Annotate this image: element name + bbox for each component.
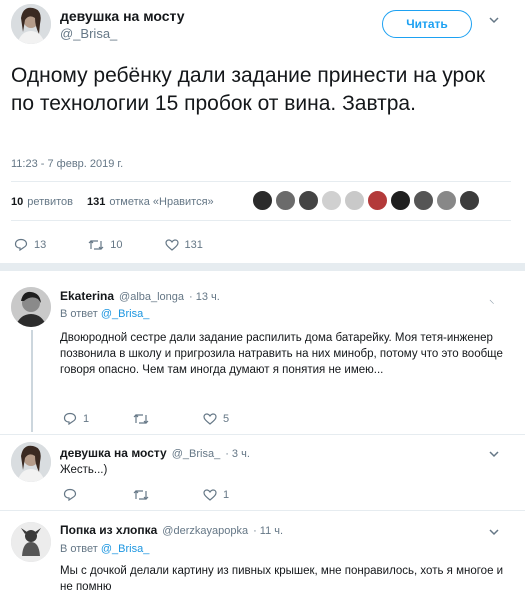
author-handle[interactable]: @_Brisa_ (60, 26, 117, 41)
heart-icon (203, 488, 217, 501)
reply-header: Попка из хлопка @derzkayapopka · 11 ч. (60, 523, 283, 537)
avatar[interactable] (11, 287, 51, 327)
reply-button[interactable]: 13 (14, 238, 46, 251)
avatar[interactable] (413, 190, 434, 211)
retweet-icon (133, 489, 149, 500)
likes-count[interactable]: 131 (87, 196, 105, 208)
avatar[interactable] (459, 190, 480, 211)
reply-button[interactable]: 1 (63, 412, 133, 425)
retweets-label[interactable]: ретвитов (27, 196, 73, 208)
mention-link[interactable]: @_Brisa_ (101, 308, 149, 320)
reply-header: девушка на мосту @_Brisa_ · 3 ч. (60, 446, 250, 460)
reply-time[interactable]: · 11 ч. (253, 525, 283, 537)
chevron-down-icon[interactable] (488, 14, 500, 29)
reply-actions: 1 5 (63, 412, 229, 425)
likes-label[interactable]: отметка «Нравится» (109, 196, 213, 208)
reply-to: В ответ @_Brisa_ (60, 308, 150, 320)
retweet-button[interactable]: 10 (88, 238, 123, 251)
author-handle[interactable]: @alba_longa (119, 291, 184, 303)
avatar[interactable] (275, 190, 296, 211)
section-separator (0, 263, 525, 271)
avatar[interactable] (390, 190, 411, 211)
reply-icon (63, 488, 77, 501)
author-name[interactable]: девушка на мосту (60, 8, 185, 24)
author-handle[interactable]: @derzkayapopka (162, 525, 248, 537)
heart-icon (164, 238, 179, 251)
avatar[interactable] (252, 190, 273, 211)
avatar[interactable] (436, 190, 457, 211)
retweet-button[interactable] (133, 488, 203, 501)
like-button[interactable]: 131 (164, 238, 203, 251)
chevron-down-icon[interactable] (488, 447, 500, 465)
more-icon[interactable]: ⸜ (489, 292, 495, 307)
avatar[interactable] (11, 442, 51, 482)
heart-icon (203, 412, 217, 425)
avatar[interactable] (367, 190, 388, 211)
author-name[interactable]: девушка на мосту (60, 446, 167, 460)
retweet-button[interactable] (133, 412, 203, 425)
reply-text: Мы с дочкой делали картину из пивных кры… (60, 565, 504, 593)
tweet-text: Одному ребёнку дали задание принести на … (11, 64, 486, 115)
reply-button[interactable] (63, 488, 133, 501)
reply-time[interactable]: · 13 ч. (189, 291, 220, 303)
reply-to: В ответ @_Brisa_ (60, 543, 150, 555)
reply-actions: 1 (63, 488, 229, 501)
follow-button[interactable]: Читать (382, 10, 472, 38)
reply-text: Жесть...) (60, 464, 108, 476)
avatar[interactable] (344, 190, 365, 211)
reply-icon (63, 412, 77, 425)
author-handle[interactable]: @_Brisa_ (172, 448, 220, 460)
reply-icon (14, 238, 28, 251)
author-name[interactable]: Попка из хлопка (60, 523, 157, 537)
avatar[interactable] (298, 190, 319, 211)
divider (0, 510, 525, 511)
divider (0, 434, 525, 435)
avatar[interactable] (11, 522, 51, 562)
divider (11, 220, 511, 221)
reply-time[interactable]: · 3 ч. (225, 448, 250, 460)
retweet-icon (88, 239, 104, 250)
like-button[interactable]: 5 (203, 412, 229, 425)
mention-link[interactable]: @_Brisa_ (101, 543, 149, 555)
avatar[interactable] (321, 190, 342, 211)
reply-text: Двоюродной сестре дали задание распилить… (60, 332, 503, 376)
likers-avatars[interactable] (252, 190, 480, 211)
tweet-actions: 13 10 131 (14, 238, 203, 251)
chevron-down-icon[interactable] (488, 525, 500, 543)
avatar[interactable] (11, 4, 51, 44)
tweet-stats: 10 ретвитов 131 отметка «Нравится» (11, 196, 214, 208)
like-button[interactable]: 1 (203, 488, 229, 501)
retweets-count[interactable]: 10 (11, 196, 23, 208)
author-name[interactable]: Ekaterina (60, 289, 114, 303)
tweet-timestamp[interactable]: 11:23 - 7 февр. 2019 г. (11, 158, 123, 170)
reply-header: Ekaterina @alba_longa · 13 ч. (60, 289, 220, 303)
divider (11, 181, 511, 182)
thread-line (31, 330, 33, 432)
retweet-icon (133, 413, 149, 424)
